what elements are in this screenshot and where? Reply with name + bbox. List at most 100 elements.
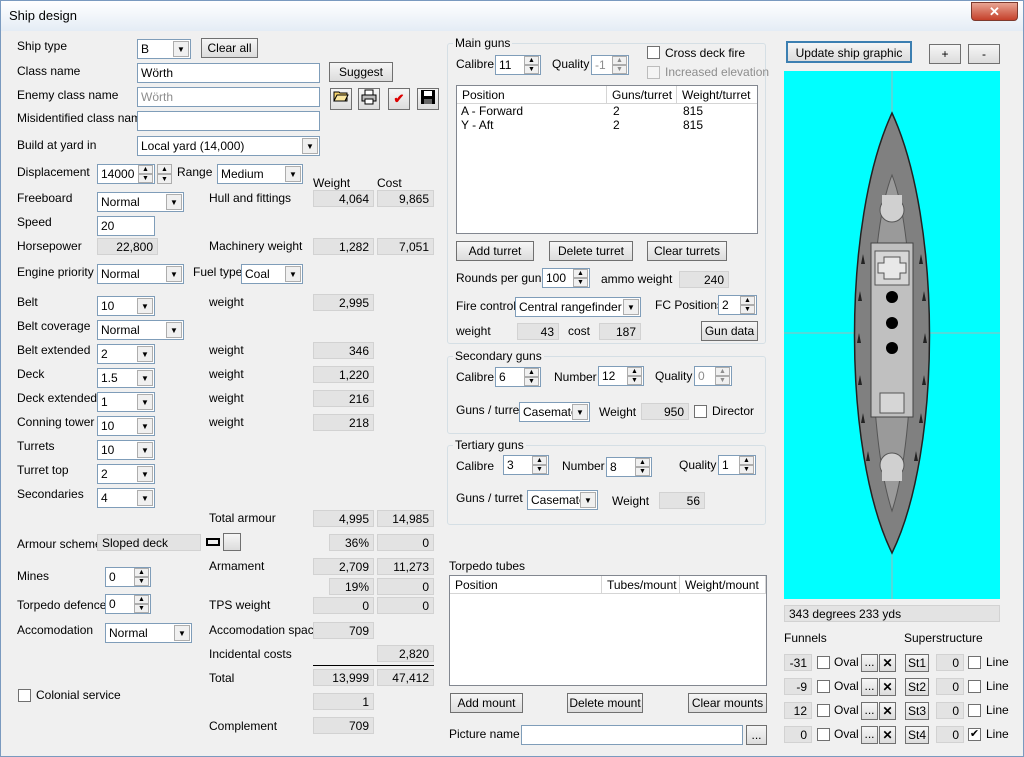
main-calibre-input[interactable]: 11 ▲ ▼ xyxy=(495,55,541,75)
secondaries-select[interactable]: 4 ▼ xyxy=(97,488,155,508)
line-checkbox-0[interactable] xyxy=(968,656,981,669)
freeboard-select[interactable]: Normal ▼ xyxy=(97,192,184,212)
displacement-large-spinner[interactable]: ▲ ▼ xyxy=(157,164,172,184)
gun-data-button[interactable]: Gun data xyxy=(701,321,758,341)
sec-number-spinner[interactable]: ▲ ▼ xyxy=(627,367,642,385)
director-checkbox[interactable] xyxy=(694,405,707,418)
superstructure-value-0[interactable]: 0 xyxy=(936,654,964,671)
spin-up-icon[interactable]: ▲ xyxy=(532,456,547,465)
col-torp-position[interactable]: Position xyxy=(450,576,602,594)
superstructure-button-3[interactable]: St4 xyxy=(905,726,929,744)
sec-calibre-input[interactable]: 6 ▲ ▼ xyxy=(495,367,541,387)
spin-up-icon[interactable]: ▲ xyxy=(635,458,650,467)
belt-select[interactable]: 10 ▼ xyxy=(97,296,155,316)
ter-quality-input[interactable]: 1 ▲ ▼ xyxy=(718,455,756,475)
sec-guns-turret-select[interactable]: Casemate ▼ xyxy=(519,402,590,422)
fuel-type-select[interactable]: Coal ▼ xyxy=(241,264,303,284)
torpedo-defence-input[interactable]: 0 ▲ ▼ xyxy=(105,594,151,614)
rounds-spinner[interactable]: ▲ ▼ xyxy=(573,269,588,287)
funnel-more-button-2[interactable]: ... xyxy=(861,702,878,720)
belt-coverage-select[interactable]: Normal ▼ xyxy=(97,320,184,340)
superstructure-value-3[interactable]: 0 xyxy=(936,726,964,743)
speed-input[interactable]: 20 xyxy=(97,216,155,236)
turret-top-select[interactable]: 2 ▼ xyxy=(97,464,155,484)
spin-up-icon[interactable]: ▲ xyxy=(134,568,149,577)
funnel-delete-icon-0[interactable]: ✕ xyxy=(879,654,896,672)
class-name-input[interactable]: Wörth xyxy=(137,63,320,83)
funnel-position-0[interactable]: -31 xyxy=(784,654,812,671)
funnel-position-3[interactable]: 0 xyxy=(784,726,812,743)
main-quality-input[interactable]: -1 ▲ ▼ xyxy=(591,55,629,75)
sec-number-input[interactable]: 12 ▲ ▼ xyxy=(598,366,644,386)
funnel-oval-checkbox-3[interactable] xyxy=(817,728,830,741)
save-icon[interactable] xyxy=(417,88,439,110)
conning-tower-select[interactable]: 10 ▼ xyxy=(97,416,155,436)
armour-scheme-button[interactable] xyxy=(223,533,241,551)
spin-up-icon[interactable]: ▲ xyxy=(157,164,172,174)
main-calibre-spinner[interactable]: ▲ ▼ xyxy=(524,56,539,74)
spin-down-icon[interactable]: ▼ xyxy=(138,174,153,183)
col-weight-turret[interactable]: Weight/turret xyxy=(677,86,757,104)
superstructure-value-1[interactable]: 0 xyxy=(936,678,964,695)
funnel-more-button-0[interactable]: ... xyxy=(861,654,878,672)
spin-up-icon[interactable]: ▲ xyxy=(134,595,149,604)
col-guns-turret[interactable]: Guns/turret xyxy=(607,86,677,104)
funnel-oval-checkbox-0[interactable] xyxy=(817,656,830,669)
spin-down-icon[interactable]: ▼ xyxy=(524,65,539,74)
funnel-position-2[interactable]: 12 xyxy=(784,702,812,719)
spin-up-icon[interactable]: ▲ xyxy=(739,456,754,465)
mines-input[interactable]: 0 ▲ ▼ xyxy=(105,567,151,587)
ter-calibre-input[interactable]: 3 ▲ ▼ xyxy=(503,455,549,475)
turret-row-0-position[interactable]: A - Forward xyxy=(461,104,523,118)
colonial-service-checkbox[interactable] xyxy=(18,689,31,702)
increased-elevation-checkbox[interactable] xyxy=(647,66,660,79)
sec-quality-input[interactable]: 0 ▲ ▼ xyxy=(694,366,732,386)
funnel-oval-checkbox-2[interactable] xyxy=(817,704,830,717)
spin-down-icon[interactable]: ▼ xyxy=(612,65,627,74)
spin-up-icon[interactable]: ▲ xyxy=(627,367,642,376)
turrets-select[interactable]: 10 ▼ xyxy=(97,440,155,460)
browse-button[interactable]: ... xyxy=(746,725,767,745)
spin-down-icon[interactable]: ▼ xyxy=(157,174,172,184)
suggest-button[interactable]: Suggest xyxy=(329,62,393,82)
displacement-input[interactable]: 14000 ▲ ▼ xyxy=(97,164,155,184)
sec-quality-spinner[interactable]: ▲ ▼ xyxy=(715,367,730,385)
mines-spinner[interactable]: ▲ ▼ xyxy=(134,568,149,586)
enemy-class-name-input[interactable]: Wörth xyxy=(137,87,320,107)
spin-down-icon[interactable]: ▼ xyxy=(627,376,642,385)
spin-down-icon[interactable]: ▼ xyxy=(740,305,755,314)
line-checkbox-1[interactable] xyxy=(968,680,981,693)
spin-down-icon[interactable]: ▼ xyxy=(134,604,149,613)
spin-down-icon[interactable]: ▼ xyxy=(134,577,149,586)
funnel-more-button-1[interactable]: ... xyxy=(861,678,878,696)
delete-turret-button[interactable]: Delete turret xyxy=(549,241,633,261)
funnel-more-button-3[interactable]: ... xyxy=(861,726,878,744)
misidentified-input[interactable] xyxy=(137,111,320,131)
spin-down-icon[interactable]: ▼ xyxy=(524,377,539,386)
funnel-delete-icon-1[interactable]: ✕ xyxy=(879,678,896,696)
ship-type-select[interactable]: B ▼ xyxy=(137,39,191,59)
displacement-spinner[interactable]: ▲ ▼ xyxy=(138,165,153,183)
funnel-oval-checkbox-1[interactable] xyxy=(817,680,830,693)
cross-deck-fire-checkbox[interactable] xyxy=(647,46,660,59)
superstructure-button-2[interactable]: St3 xyxy=(905,702,929,720)
picture-name-input[interactable] xyxy=(521,725,743,745)
print-icon[interactable] xyxy=(358,88,380,110)
sec-calibre-spinner[interactable]: ▲ ▼ xyxy=(524,368,539,386)
add-mount-button[interactable]: Add mount xyxy=(450,693,523,713)
spin-up-icon[interactable]: ▲ xyxy=(524,368,539,377)
spin-down-icon[interactable]: ▼ xyxy=(739,465,754,474)
delete-mount-button[interactable]: Delete mount xyxy=(567,693,643,713)
belt-extended-select[interactable]: 2 ▼ xyxy=(97,344,155,364)
update-ship-graphic-button[interactable]: Update ship graphic xyxy=(786,41,912,63)
funnel-delete-icon-3[interactable]: ✕ xyxy=(879,726,896,744)
main-turret-list[interactable]: Position Guns/turret Weight/turret A - F… xyxy=(456,85,758,234)
spin-up-icon[interactable]: ▲ xyxy=(612,56,627,65)
clear-turrets-button[interactable]: Clear turrets xyxy=(647,241,727,261)
checkmark-icon[interactable]: ✔ xyxy=(388,88,410,110)
funnel-delete-icon-2[interactable]: ✕ xyxy=(879,702,896,720)
rounds-input[interactable]: 100 ▲ ▼ xyxy=(542,268,590,288)
superstructure-button-0[interactable]: St1 xyxy=(905,654,929,672)
ship-graphic-canvas[interactable] xyxy=(784,71,1000,599)
spin-down-icon[interactable]: ▼ xyxy=(635,467,650,476)
